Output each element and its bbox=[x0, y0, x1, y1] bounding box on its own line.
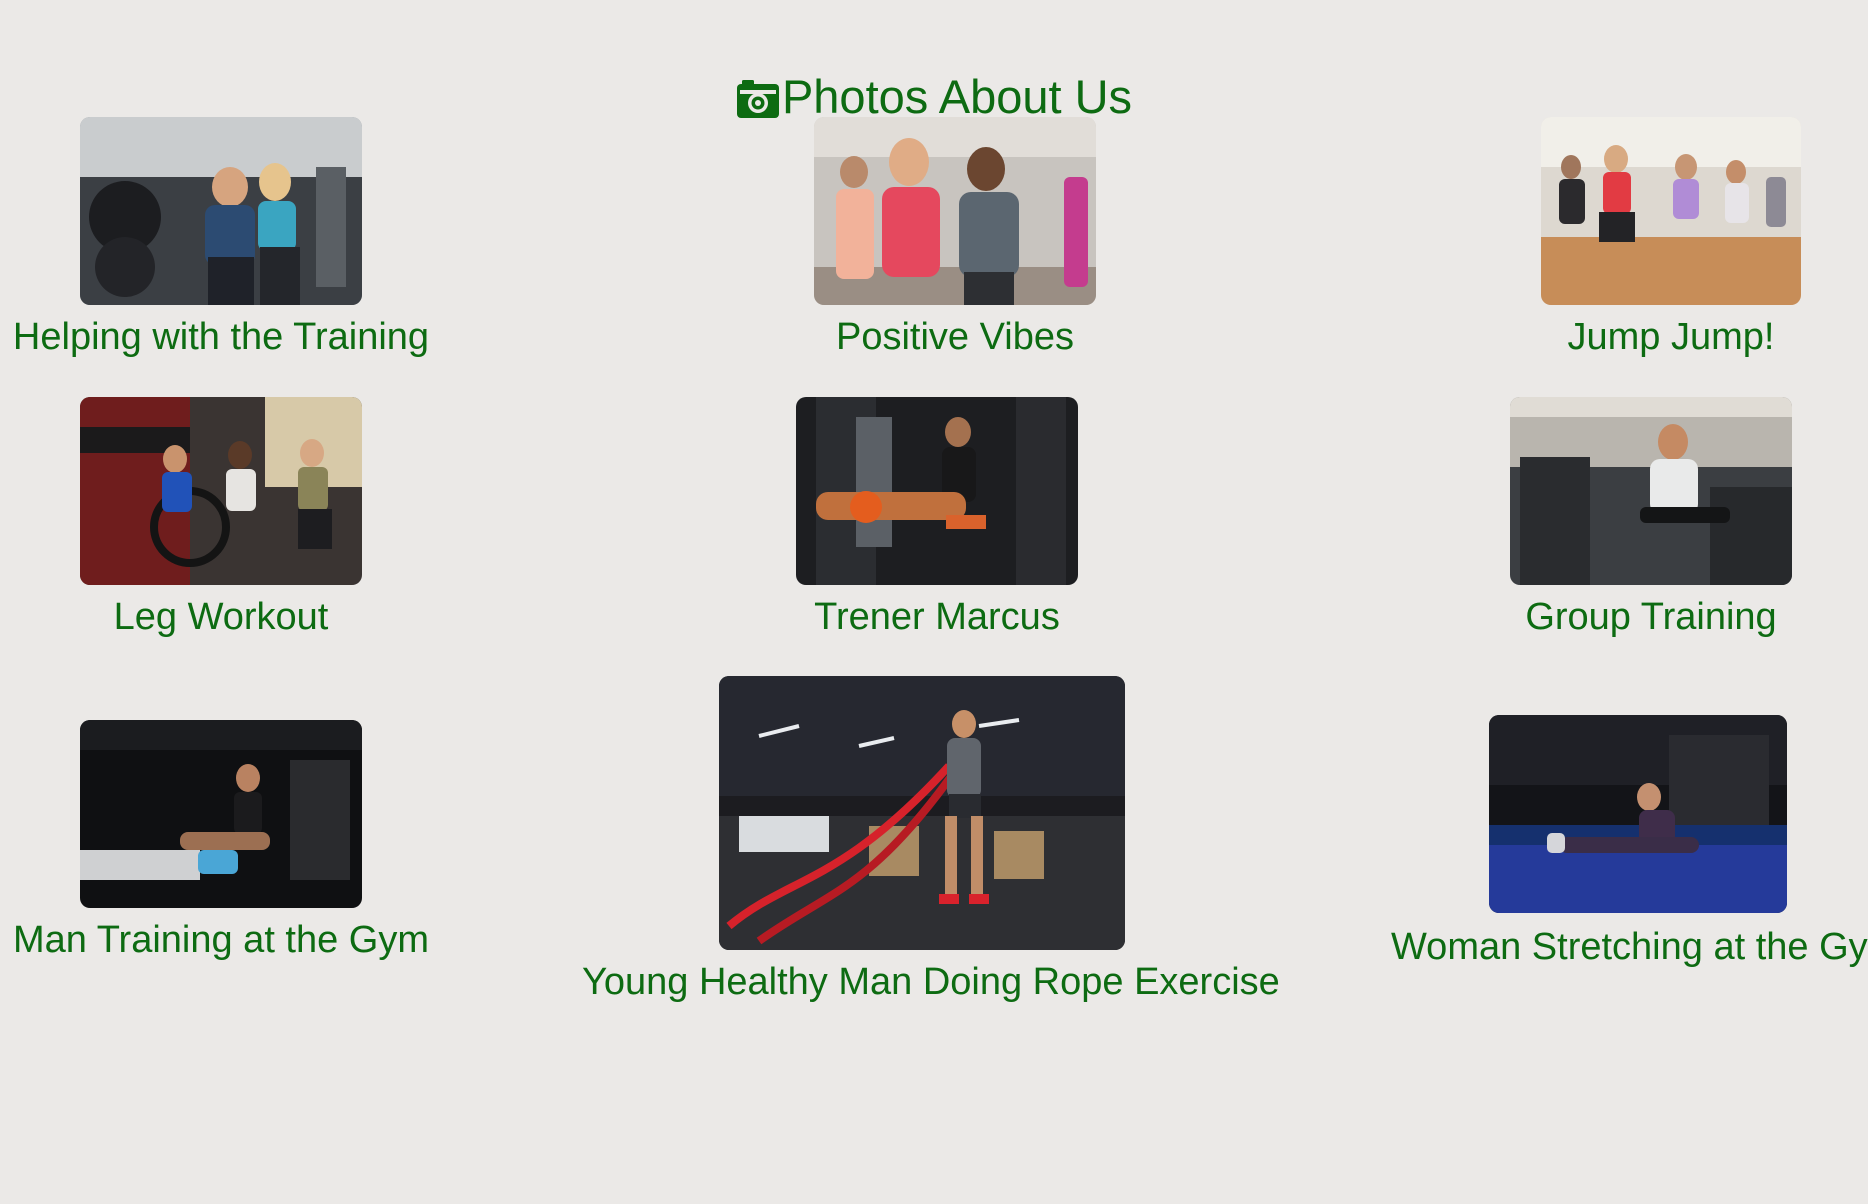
gallery-caption: Positive Vibes bbox=[836, 316, 1074, 358]
gallery-item-leg-workout[interactable]: Leg Workout bbox=[0, 397, 442, 639]
gallery-caption: Young Healthy Man Doing Rope Exercise bbox=[582, 961, 1280, 1003]
photo-helping-with-training[interactable] bbox=[80, 117, 362, 305]
page-title-text: Photos About Us bbox=[781, 70, 1133, 124]
gallery-caption: Trener Marcus bbox=[814, 596, 1060, 638]
gallery-item-man-training[interactable]: Man Training at the Gym bbox=[0, 720, 442, 962]
photo-rope-exercise[interactable] bbox=[719, 676, 1125, 950]
gallery-item-trener-marcus[interactable]: Trener Marcus bbox=[716, 397, 1158, 639]
gallery-caption: Man Training at the Gym bbox=[12, 919, 430, 961]
gallery-item-group-training[interactable]: Group Training bbox=[1430, 397, 1868, 639]
gallery-item-rope-exercise[interactable]: Young Healthy Man Doing Rope Exercise bbox=[582, 676, 1280, 1004]
gallery-item-positive-vibes[interactable]: Positive Vibes bbox=[734, 117, 1176, 359]
photo-group-training[interactable] bbox=[1510, 397, 1792, 585]
gallery-item-helping-training[interactable]: Helping with the Training bbox=[0, 117, 442, 359]
gallery-caption: Woman Stretching at the Gym bbox=[1391, 926, 1868, 968]
gallery-item-jump-jump[interactable]: Jump Jump! bbox=[1450, 117, 1868, 359]
gallery-caption: Group Training bbox=[1525, 596, 1777, 638]
photo-leg-workout[interactable] bbox=[80, 397, 362, 585]
gallery-caption: Leg Workout bbox=[113, 596, 329, 638]
gallery-caption: Jump Jump! bbox=[1567, 316, 1775, 358]
photo-man-training[interactable] bbox=[80, 720, 362, 908]
photo-jump-jump[interactable] bbox=[1541, 117, 1801, 305]
gallery-item-woman-stretching[interactable]: Woman Stretching at the Gym bbox=[1387, 715, 1868, 969]
photo-woman-stretching[interactable] bbox=[1489, 715, 1787, 913]
gallery-caption: Helping with the Training bbox=[12, 316, 430, 358]
photo-trener-marcus[interactable] bbox=[796, 397, 1078, 585]
photo-positive-vibes[interactable] bbox=[814, 117, 1096, 305]
